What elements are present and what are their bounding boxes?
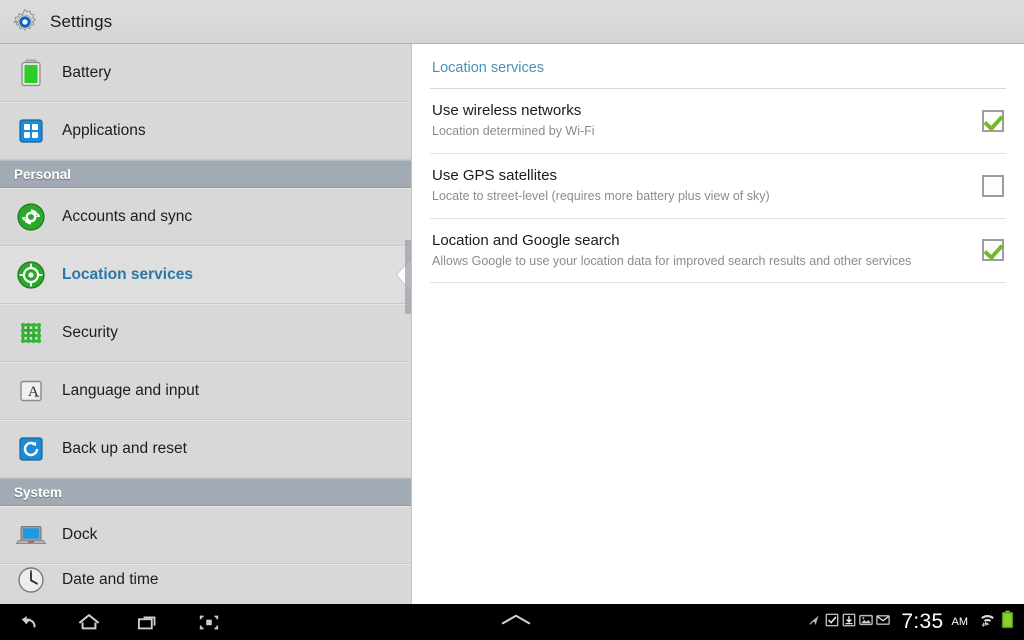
backup-reset-icon [14,432,48,466]
security-icon [14,316,48,350]
battery-icon [14,56,48,90]
sidebar-item-battery[interactable]: Battery [0,44,411,102]
sidebar-item-label: Language and input [62,382,200,399]
sidebar-scrollbar-thumb[interactable] [405,240,411,314]
sidebar-item-label: Applications [62,122,146,139]
checkbox-location-and-google-search[interactable] [982,239,1004,262]
download-icon [842,613,856,632]
sidebar-item-date-and-time[interactable]: Date and time [0,564,411,594]
show-notifications-chevron-icon[interactable] [500,612,532,632]
main-split: Battery Applications Personal Accounts a… [0,44,1024,604]
back-arrow-icon[interactable] [14,609,44,635]
sidebar-section-system: System [0,478,411,506]
status-icons [808,613,891,632]
sidebar-item-language-and-input[interactable]: A Language and input [0,362,411,420]
preference-row-use-gps-satellites[interactable]: Use GPS satellites Locate to street-leve… [430,154,1006,219]
settings-gear-icon [10,7,40,37]
preference-title: Use wireless networks [432,102,582,119]
system-bar-center [224,612,808,632]
task-checkbox-icon [825,613,839,632]
panel-title: Location services [430,44,1006,89]
preference-text: Use wireless networks Location determine… [432,101,982,141]
email-icon [876,613,891,632]
sidebar-item-label: Back up and reset [62,440,187,457]
location-active-icon [808,613,822,632]
preference-text: Location and Google search Allows Google… [432,231,982,271]
status-clock[interactable]: 7:35 [901,610,943,634]
svg-text:A: A [28,384,39,400]
checkbox-use-wireless-networks[interactable] [982,109,1004,132]
settings-app-window: Settings Battery Applications Personal A… [0,0,1024,604]
sidebar-item-location-services[interactable]: Location services [0,246,411,304]
sidebar-item-dock[interactable]: Dock [0,506,411,564]
sidebar-item-label: Security [62,324,118,341]
sidebar-item-back-up-and-reset[interactable]: Back up and reset [0,420,411,478]
sidebar-item-label: Location services [62,266,193,283]
sidebar-section-label: System [14,484,63,500]
checkbox-use-gps-satellites[interactable] [982,174,1004,197]
preference-row-use-wireless-networks[interactable]: Use wireless networks Location determine… [430,89,1006,154]
location-icon [14,258,48,292]
applications-icon [14,114,48,148]
sidebar-scrollbar-track[interactable] [405,44,411,604]
sidebar-item-security[interactable]: Security [0,304,411,362]
preference-title: Location and Google search [432,231,620,249]
home-icon[interactable] [74,609,104,635]
dock-icon [14,518,48,552]
preference-subtitle: Allows Google to use your location data … [432,253,912,268]
app-title: Settings [50,11,113,31]
navigation-keys [0,609,224,635]
recent-apps-icon[interactable] [134,609,164,635]
location-services-panel: Location services Use wireless networks … [412,44,1024,604]
sidebar-item-accounts-and-sync[interactable]: Accounts and sync [0,188,411,246]
clock-icon [14,565,48,594]
title-bar: Settings [0,0,1024,44]
preference-subtitle: Location determined by Wi-Fi [432,124,595,139]
preference-title: Use GPS satellites [432,166,558,184]
sidebar-item-label: Battery [62,63,112,81]
status-area[interactable]: 7:35 AM [808,610,1024,634]
screenshot-captured-icon [859,613,874,632]
preference-subtitle: Locate to street-level (requires more ba… [432,189,770,203]
language-icon: A [14,374,48,408]
sidebar-section-label: Personal [14,166,72,182]
sidebar-item-label: Dock [62,526,98,543]
sidebar-item-label: Date and time [62,570,159,588]
wifi-signal-icon[interactable] [979,611,996,633]
preference-text: Use GPS satellites Locate to street-leve… [432,166,982,206]
settings-nav-list: Battery Applications Personal Accounts a… [0,44,411,594]
status-clock-ampm: AM [951,616,969,628]
android-system-bar: 7:35 AM [0,604,1024,640]
sidebar-item-label: Accounts and sync [62,208,193,225]
settings-sidebar[interactable]: Battery Applications Personal Accounts a… [0,44,412,604]
preference-row-location-and-google-search[interactable]: Location and Google search Allows Google… [430,219,1006,284]
sync-icon [14,200,48,234]
screen-capture-icon[interactable] [194,609,224,635]
sidebar-section-personal: Personal [0,160,411,188]
sidebar-item-applications[interactable]: Applications [0,102,411,160]
battery-full-icon[interactable] [1001,610,1014,634]
